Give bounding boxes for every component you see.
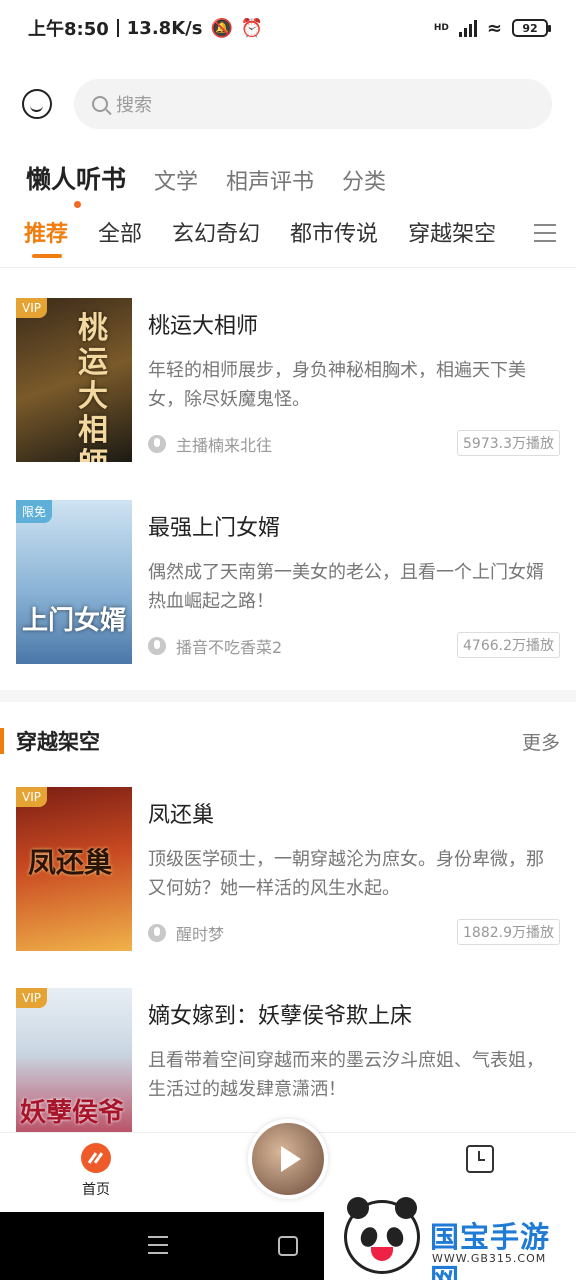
mute-icon: 🔕 bbox=[210, 17, 233, 39]
mic-icon bbox=[148, 435, 166, 453]
section-divider bbox=[0, 690, 576, 702]
nav-home-label: 首页 bbox=[82, 1182, 110, 1198]
network-speed: 13.8K/s bbox=[126, 17, 203, 39]
free-badge: 限免 bbox=[16, 500, 53, 523]
top-tab-lazy-listen[interactable]: 懒人听书 bbox=[26, 160, 126, 208]
book-description: 偶然成了天南第一美女的老公，且看一个上门女婿热血崛起之路！ bbox=[148, 562, 544, 612]
cat-tab-fantasy[interactable]: 玄幻奇幻 bbox=[172, 216, 260, 258]
search-input[interactable]: 搜索 bbox=[74, 79, 552, 129]
vip-badge: VIP bbox=[16, 787, 47, 807]
panda-logo-icon bbox=[344, 1197, 420, 1274]
history-icon[interactable] bbox=[466, 1145, 494, 1173]
mini-player-button[interactable] bbox=[248, 1119, 328, 1199]
system-nav-bar bbox=[0, 1212, 324, 1280]
hd-label: HD bbox=[433, 23, 449, 33]
signal-icon bbox=[458, 19, 477, 37]
battery-level: 92 bbox=[522, 21, 538, 35]
mic-icon bbox=[148, 924, 166, 942]
anchor-name: 醒时梦 bbox=[176, 925, 225, 944]
book-cover[interactable]: VIP 凤还巢 bbox=[16, 787, 132, 951]
system-menu-icon[interactable] bbox=[148, 1236, 168, 1254]
watermark-url: WWW.GB315.COM bbox=[432, 1252, 547, 1265]
section-more-link[interactable]: 更多 bbox=[522, 728, 560, 755]
cat-tab-time-travel[interactable]: 穿越架空 bbox=[408, 216, 496, 258]
play-icon bbox=[281, 1146, 301, 1172]
book-cover[interactable]: VIP 桃运大相師 bbox=[16, 298, 132, 462]
anchor-name: 播音不吃香菜2 bbox=[176, 638, 283, 657]
book-item[interactable]: VIP 桃运大相師 桃运大相师 年轻的相师展步，身负神秘相胸术，相遍天下美女，除… bbox=[16, 298, 560, 464]
cat-tab-urban[interactable]: 都市传说 bbox=[290, 216, 378, 258]
cover-title: 妖孽侯爷 bbox=[20, 1098, 125, 1128]
home-icon bbox=[81, 1143, 111, 1173]
watermark: 国宝手游网 WWW.GB315.COM bbox=[324, 1190, 576, 1280]
status-divider bbox=[116, 19, 119, 37]
system-home-icon[interactable] bbox=[278, 1236, 298, 1256]
vip-badge: VIP bbox=[16, 298, 47, 318]
alarm-icon: ⏰ bbox=[240, 17, 264, 39]
menu-icon[interactable] bbox=[534, 224, 556, 242]
cover-title: 桃运大相師 bbox=[78, 311, 108, 463]
nav-home[interactable]: 首页 bbox=[76, 1143, 116, 1199]
wifi-icon: ≈ bbox=[486, 17, 502, 39]
top-tab-category[interactable]: 分类 bbox=[342, 164, 386, 196]
status-time: 上午8:50 bbox=[28, 19, 109, 40]
top-tab-literature[interactable]: 文学 bbox=[154, 164, 198, 196]
book-description: 顶级医学硕士，一朝穿越沦为庶女。身份卑微，那又何妨？她一样活的风生水起。 bbox=[148, 849, 544, 899]
status-bar: 上午8:50 13.8K/s 🔕 ⏰ HD ≈ 92 bbox=[0, 0, 576, 56]
vip-badge: VIP bbox=[16, 988, 47, 1008]
book-description: 年轻的相师展步，身负神秘相胸术，相遍天下美女，除尽妖魔鬼怪。 bbox=[148, 360, 526, 410]
book-item[interactable]: 限免 上门女婿 最强上门女婿 偶然成了天南第一美女的老公，且看一个上门女婿热血崛… bbox=[16, 500, 560, 666]
search-row: 搜索 bbox=[0, 78, 576, 130]
book-title[interactable]: 桃运大相师 bbox=[148, 308, 258, 340]
tabs-fade bbox=[488, 216, 528, 267]
section-accent-bar bbox=[0, 728, 4, 754]
battery-icon: 92 bbox=[512, 19, 551, 37]
book-item[interactable]: VIP 凤还巢 凤还巢 顶级医学硕士，一朝穿越沦为庶女。身份卑微，那又何妨？她一… bbox=[16, 787, 560, 953]
book-description: 且看带着空间穿越而来的墨云汐斗庶姐、气表姐，生活过的越发肆意潇洒！ bbox=[148, 1050, 544, 1100]
anchor-name: 主播楠来北往 bbox=[176, 436, 273, 455]
book-cover[interactable]: VIP 妖孽侯爷 bbox=[16, 988, 132, 1152]
section-title: 穿越架空 bbox=[16, 730, 100, 754]
anchor-row: 播音不吃香菜2 bbox=[148, 634, 282, 658]
book-title[interactable]: 嫡女嫁到：妖孽侯爷欺上床 bbox=[148, 998, 412, 1030]
cover-title: 凤还巢 bbox=[28, 846, 113, 879]
profile-smiley-icon[interactable] bbox=[22, 89, 52, 119]
category-tabs: 推荐 全部 玄幻奇幻 都市传说 穿越架空 bbox=[0, 216, 576, 268]
book-title[interactable]: 最强上门女婿 bbox=[148, 510, 280, 542]
cat-tab-recommend[interactable]: 推荐 bbox=[24, 216, 68, 258]
search-icon bbox=[92, 96, 108, 112]
mic-icon bbox=[148, 637, 166, 655]
search-placeholder: 搜索 bbox=[116, 95, 152, 116]
cat-tab-all[interactable]: 全部 bbox=[98, 216, 142, 258]
play-count: 1882.9万播放 bbox=[457, 919, 560, 945]
top-tab-crosstalk[interactable]: 相声评书 bbox=[226, 164, 314, 196]
top-tabs: 懒人听书 文学 相声评书 分类 bbox=[26, 156, 386, 208]
play-count: 4766.2万播放 bbox=[457, 632, 560, 658]
book-cover[interactable]: 限免 上门女婿 bbox=[16, 500, 132, 664]
book-title[interactable]: 凤还巢 bbox=[148, 797, 214, 829]
section-header: 穿越架空 更多 bbox=[0, 724, 576, 758]
anchor-row: 醒时梦 bbox=[148, 921, 224, 945]
play-count: 5973.3万播放 bbox=[457, 430, 560, 456]
cover-title: 上门女婿 bbox=[22, 606, 127, 636]
anchor-row: 主播楠来北往 bbox=[148, 432, 272, 456]
watermark-title: 国宝手游网 bbox=[430, 1220, 551, 1280]
